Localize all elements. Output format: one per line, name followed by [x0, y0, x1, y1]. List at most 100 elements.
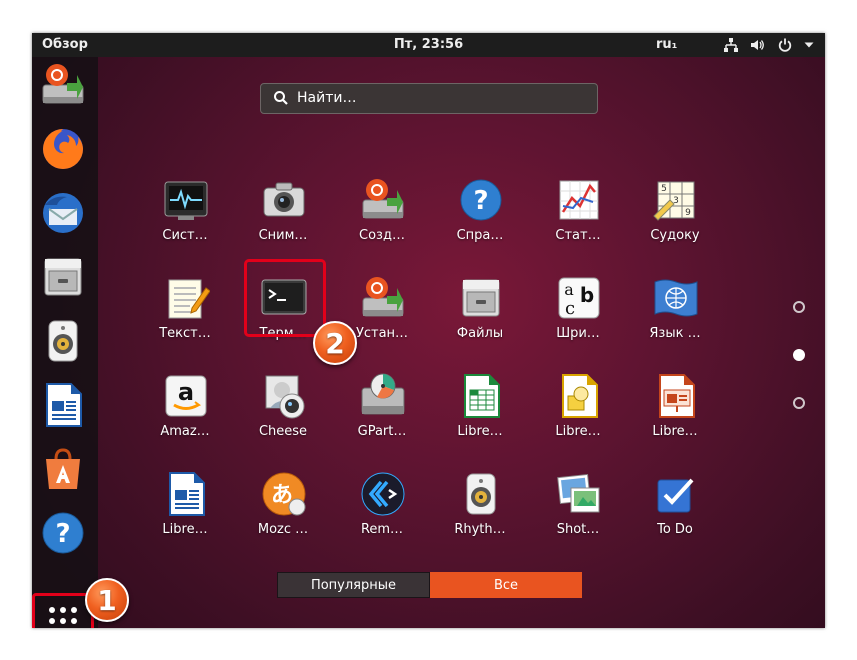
dock-thunderbird-icon[interactable] [37, 187, 89, 239]
app-label: Шри… [556, 326, 600, 341]
dock: ? [32, 57, 98, 628]
app-label: Mozc … [257, 522, 309, 537]
cheese-webcam-icon [260, 372, 308, 420]
app-tile[interactable]: Текст… [140, 274, 230, 366]
volume-icon[interactable] [748, 36, 766, 54]
app-label: Стат… [555, 228, 601, 243]
svg-text:b: b [580, 283, 594, 307]
app-label: Текст… [159, 326, 211, 341]
all-apps-button[interactable]: Все [430, 572, 582, 598]
app-tile[interactable]: Libre… [533, 372, 623, 464]
app-label: Libre… [457, 424, 503, 439]
libreoffice-writer-icon [162, 470, 210, 518]
top-bar: Обзор Пт, 23:56 ru₁ [32, 33, 825, 57]
app-label: GPart… [357, 424, 407, 439]
app-tile[interactable]: Rhyth… [435, 470, 525, 562]
app-tile[interactable]: ? Спра… [435, 176, 525, 268]
app-label: Судоку [650, 228, 700, 243]
app-label: Спра… [456, 228, 504, 243]
app-label: Libre… [652, 424, 698, 439]
page-indicator-2[interactable] [793, 349, 805, 361]
frequent-apps-button[interactable]: Популярные [277, 572, 430, 598]
dock-startup-disk-icon[interactable] [37, 59, 89, 111]
files-icon [457, 274, 505, 322]
app-label: To Do [657, 522, 693, 537]
power-icon[interactable] [776, 36, 794, 54]
app-label: Amaz… [160, 424, 210, 439]
search-input[interactable]: Найти… [260, 83, 598, 114]
app-tile[interactable]: a Amaz… [140, 372, 230, 464]
app-tile[interactable]: Libre… [140, 470, 230, 562]
svg-text:?: ? [55, 519, 70, 549]
dock-software-center-icon[interactable] [37, 443, 89, 495]
app-label: Язык … [649, 326, 701, 341]
app-label: Shot… [556, 522, 600, 537]
mozc-icon: あ [260, 470, 308, 518]
app-tile[interactable]: Созд… [337, 176, 427, 268]
app-tile[interactable]: Shot… [533, 470, 623, 562]
keyboard-layout-indicator[interactable]: ru₁ [656, 37, 677, 52]
fonts-icon: abc [555, 274, 603, 322]
svg-text:a: a [564, 280, 574, 299]
svg-text:9: 9 [685, 208, 691, 218]
dock-libreoffice-writer-icon[interactable] [37, 379, 89, 431]
app-tile[interactable]: Cheese [238, 372, 328, 464]
camera-icon [260, 176, 308, 224]
dock-files-icon[interactable] [37, 251, 89, 303]
app-label: Файлы [456, 326, 504, 341]
svg-text:c: c [565, 298, 575, 319]
app-tile[interactable]: Стат… [533, 176, 623, 268]
libreoffice-draw-icon [555, 372, 603, 420]
app-tile[interactable]: 539 Судоку [630, 176, 720, 268]
app-tile[interactable]: Файлы [435, 274, 525, 366]
todo-icon [652, 470, 700, 518]
language-icon [652, 274, 700, 322]
step-badge-1: 1 [85, 578, 129, 622]
installer-icon [359, 274, 407, 322]
page-indicator-3[interactable] [793, 397, 805, 409]
help-icon: ? [457, 176, 505, 224]
clock[interactable]: Пт, 23:56 [32, 37, 825, 52]
app-label: Сист… [162, 228, 208, 243]
app-tile[interactable]: GPart… [337, 372, 427, 464]
dock-rhythmbox-icon[interactable] [37, 315, 89, 367]
dock-help-icon[interactable]: ? [37, 507, 89, 559]
app-tile[interactable]: Язык … [630, 274, 720, 366]
dock-firefox-icon[interactable] [37, 123, 89, 175]
terminal-highlight-frame [244, 259, 326, 337]
page-indicator-1[interactable] [793, 301, 805, 313]
app-tile[interactable]: あ Mozc … [238, 470, 328, 562]
amazon-icon: a [162, 372, 210, 420]
shotwell-icon [555, 470, 603, 518]
app-tile[interactable]: Сним… [238, 176, 328, 268]
grid-icon [49, 607, 77, 624]
step-badge-2: 2 [313, 321, 357, 365]
app-tile[interactable]: Libre… [630, 372, 720, 464]
app-tile[interactable]: To Do [630, 470, 720, 562]
startup-disk-icon [359, 176, 407, 224]
app-label: Libre… [162, 522, 208, 537]
app-label: Rhyth… [454, 522, 506, 537]
network-icon[interactable] [722, 36, 740, 54]
app-label: Libre… [555, 424, 601, 439]
sudoku-icon: 539 [652, 176, 700, 224]
libreoffice-calc-icon [457, 372, 505, 420]
gparted-icon [359, 372, 407, 420]
app-label: Cheese [258, 424, 308, 439]
chevron-down-icon[interactable] [800, 36, 818, 54]
search-icon [273, 90, 289, 110]
app-label: Сним… [258, 228, 308, 243]
text-editor-icon [162, 274, 210, 322]
app-tile[interactable]: Rem… [337, 470, 427, 562]
rhythmbox-icon [457, 470, 505, 518]
app-tile[interactable]: Libre… [435, 372, 525, 464]
app-tile[interactable]: abc Шри… [533, 274, 623, 366]
search-placeholder: Найти… [297, 90, 357, 106]
app-label: Rem… [360, 522, 404, 537]
view-switcher: Популярные Все [277, 572, 582, 598]
statistics-icon [555, 176, 603, 224]
app-tile[interactable]: Сист… [140, 176, 230, 268]
svg-text:?: ? [473, 186, 488, 216]
svg-text:a: a [178, 378, 194, 406]
libreoffice-impress-icon [652, 372, 700, 420]
